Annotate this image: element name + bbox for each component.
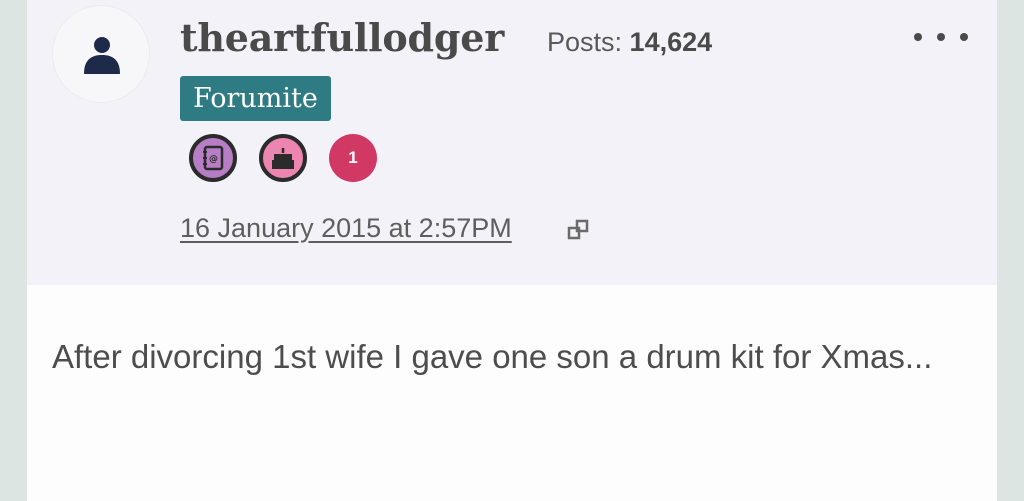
- badge-count[interactable]: 1: [329, 134, 377, 182]
- posts-count-value: 14,624: [629, 27, 713, 57]
- post-timestamp[interactable]: 16 January 2015 at 2:57PM: [180, 212, 512, 244]
- avatar[interactable]: [52, 5, 150, 103]
- more-dot: [937, 33, 945, 41]
- more-dot: [960, 33, 968, 41]
- svg-text:@: @: [209, 155, 218, 165]
- post-header: theartfullodger Posts: 14,624 Forumite @: [27, 0, 997, 285]
- username[interactable]: theartfullodger: [180, 14, 504, 62]
- posts-label: Posts:: [547, 27, 623, 57]
- rank-badge: Forumite: [180, 76, 331, 121]
- permalink-icon[interactable]: [566, 218, 594, 242]
- post-body: After divorcing 1st wife I gave one son …: [52, 338, 933, 375]
- more-dot: [914, 33, 922, 41]
- badge-address-book[interactable]: @: [189, 134, 237, 182]
- more-options-button[interactable]: [914, 22, 968, 52]
- post-card: theartfullodger Posts: 14,624 Forumite @: [27, 0, 997, 501]
- address-book-icon: @: [203, 145, 224, 171]
- badge-cake[interactable]: [259, 134, 307, 182]
- user-silhouette-icon: [84, 37, 120, 74]
- cake-icon: [272, 148, 294, 169]
- post-count: Posts: 14,624: [547, 26, 712, 58]
